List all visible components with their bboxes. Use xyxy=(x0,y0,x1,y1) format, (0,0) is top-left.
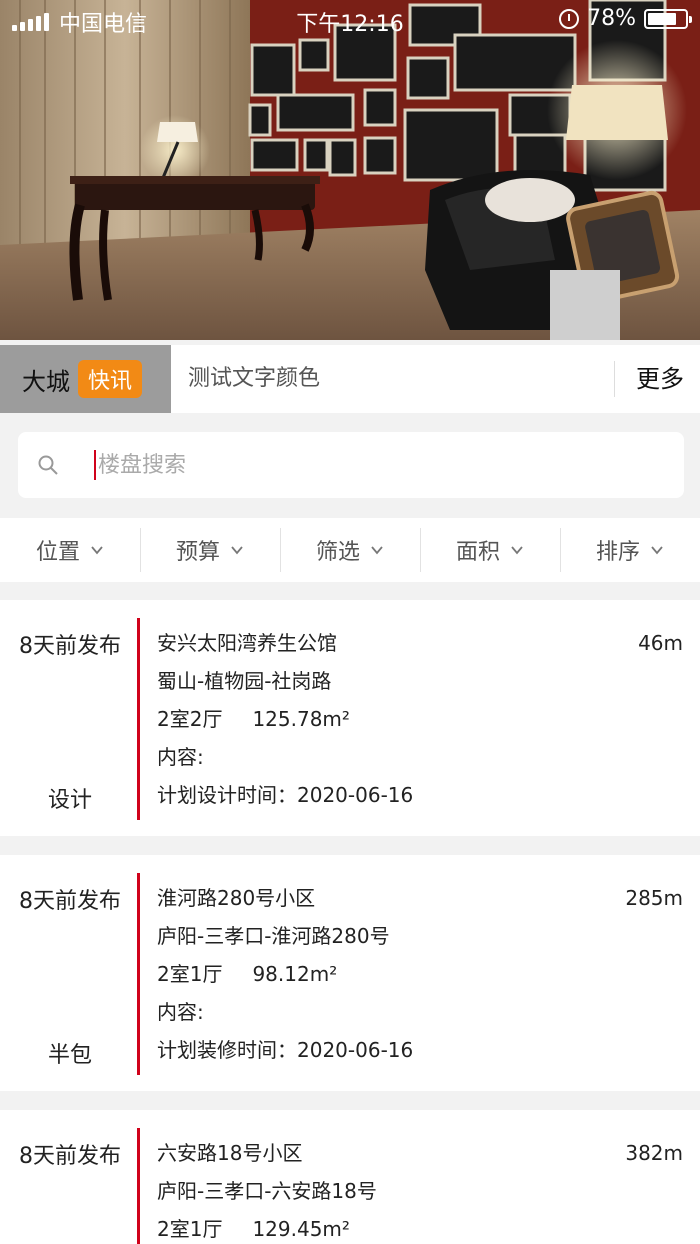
content-label: 内容: xyxy=(157,745,204,769)
listing-card[interactable]: 8天前发布 半包 淮河路280号小区 庐阳-三孝口-淮河路280号 2室1厅 98… xyxy=(0,855,700,1091)
accent-bar xyxy=(137,873,140,1075)
posted-time: 8天前发布 xyxy=(19,1144,121,1169)
distance: 382m xyxy=(625,1141,683,1165)
status-bar: 中国电信 下午12:16 78% xyxy=(0,0,700,38)
listing-name: 淮河路280号小区 xyxy=(157,886,316,910)
listing-card[interactable]: 8天前发布 六安路18号小区 庐阳-三孝口-六安路18号 2室1厅 129.45m… xyxy=(0,1110,700,1244)
distance: 46m xyxy=(638,631,683,655)
floor-area: 98.12m² xyxy=(252,962,338,986)
room-count: 2室2厅 xyxy=(157,707,223,731)
distance: 285m xyxy=(625,886,683,910)
floor-area: 129.45m² xyxy=(252,1217,350,1241)
chevron-down-icon xyxy=(91,546,103,555)
listing-location: 庐阳-三孝口-淮河路280号 xyxy=(157,924,390,948)
filter-label: 面积 xyxy=(455,540,500,565)
text-cursor xyxy=(94,450,96,480)
filter-location[interactable]: 位置 xyxy=(0,518,140,582)
accent-bar xyxy=(137,1128,140,1244)
filter-label: 位置 xyxy=(35,540,80,565)
listing-location: 庐阳-三孝口-六安路18号 xyxy=(157,1179,377,1203)
more-button[interactable]: 更多 xyxy=(636,345,684,413)
news-ticker: 大城 快讯 测试文字颜色 更多 xyxy=(0,345,700,413)
listing-layout: 2室1厅 98.12m² xyxy=(157,955,413,993)
room-count: 2室1厅 xyxy=(157,962,223,986)
listing-name: 六安路18号小区 xyxy=(157,1141,303,1165)
chevron-down-icon xyxy=(511,546,523,555)
filter-budget[interactable]: 预算 xyxy=(140,518,280,582)
project-type: 半包 xyxy=(47,1043,92,1068)
filter-label: 筛选 xyxy=(315,540,360,565)
room-count: 2室1厅 xyxy=(157,1217,223,1241)
listing-location: 蜀山-植物园-社岗路 xyxy=(157,669,332,693)
plan-time: 计划设计时间：2020-06-16 xyxy=(157,783,414,807)
city-label: 大城 xyxy=(22,367,70,396)
ticker-divider xyxy=(614,361,615,397)
listing-card[interactable]: 8天前发布 设计 安兴太阳湾养生公馆 蜀山-植物园-社岗路 2室2厅 125.78… xyxy=(0,600,700,836)
filter-label: 预算 xyxy=(175,540,220,565)
listing-layout: 2室1厅 129.45m² xyxy=(157,1210,377,1244)
battery-icon xyxy=(644,8,692,29)
posted-time: 8天前发布 xyxy=(19,889,121,914)
alarm-icon xyxy=(559,8,580,29)
news-tag: 大城 快讯 xyxy=(0,345,171,413)
chevron-down-icon xyxy=(651,546,663,555)
listing-layout: 2室2厅 125.78m² xyxy=(157,700,413,738)
filter-sort[interactable]: 排序 xyxy=(560,518,700,582)
search-icon xyxy=(38,455,58,475)
posted-time: 8天前发布 xyxy=(19,634,121,659)
news-headline[interactable]: 测试文字颜色 xyxy=(188,345,320,413)
news-badge: 快讯 xyxy=(78,360,143,398)
listing-name: 安兴太阳湾养生公馆 xyxy=(157,631,337,655)
study-room-illustration xyxy=(0,0,700,340)
search-bar[interactable] xyxy=(18,432,684,498)
filter-label: 排序 xyxy=(595,540,640,565)
filter-screen[interactable]: 筛选 xyxy=(280,518,420,582)
accent-bar xyxy=(137,618,140,820)
content-label: 内容: xyxy=(157,1000,204,1024)
filter-area[interactable]: 面积 xyxy=(420,518,560,582)
project-type: 设计 xyxy=(47,788,92,813)
hero-banner-image[interactable]: 中国电信 下午12:16 78% xyxy=(0,0,700,340)
chevron-down-icon xyxy=(371,546,383,555)
search-input[interactable] xyxy=(98,432,658,498)
filter-bar: 位置 预算 筛选 面积 排序 xyxy=(0,518,700,582)
chevron-down-icon xyxy=(231,546,243,555)
floor-area: 125.78m² xyxy=(252,707,350,731)
plan-time: 计划装修时间：2020-06-16 xyxy=(157,1038,414,1062)
battery-percent: 78% xyxy=(587,6,636,31)
